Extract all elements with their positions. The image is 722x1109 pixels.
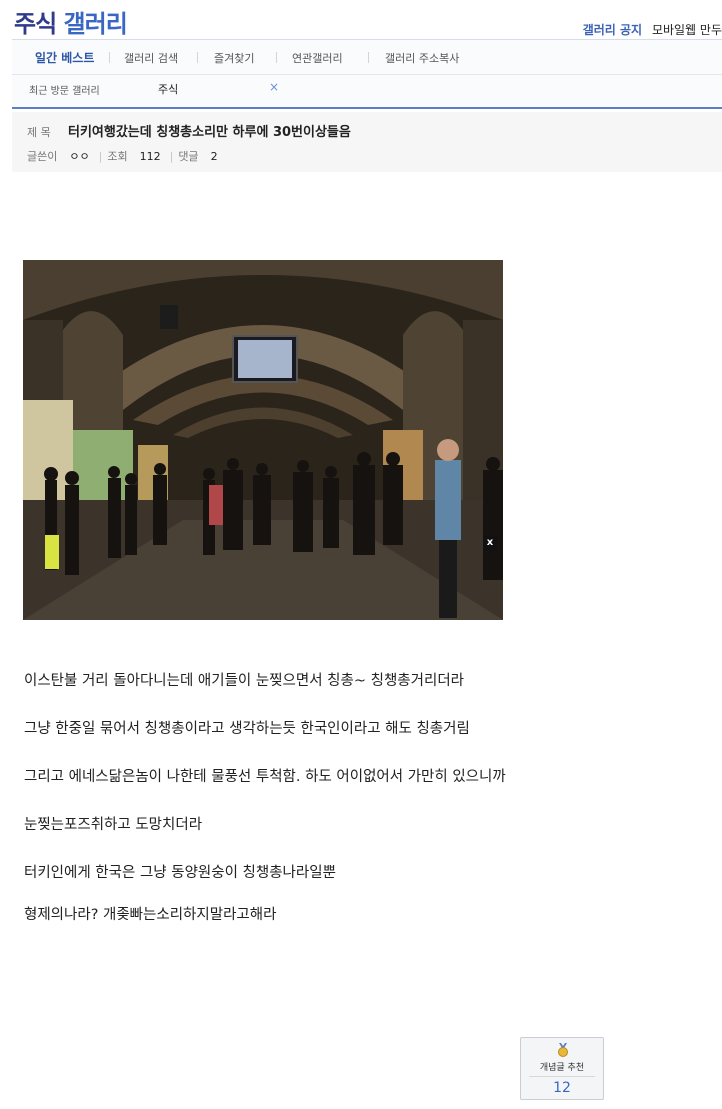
post-body-line: 이스탄불 거리 돌아다니는데 애기들이 눈찢으면서 칭총~ 칭챙총거리더라 xyxy=(24,673,465,689)
post-body-line: 눈찢는포즈취하고 도망치더라 xyxy=(24,817,203,833)
tab-separator xyxy=(276,52,277,63)
recommend-divider xyxy=(529,1076,595,1077)
post-title: 터키여행갔는데 칭챙총소리만 하루에 30번이상들음 xyxy=(68,125,351,140)
tab-separator xyxy=(368,52,369,63)
image-close-icon[interactable]: x xyxy=(483,536,497,550)
post-body-line: 그리고 에네스닮은놈이 나한테 물풍선 투척함. 하도 어이없어서 가만히 있으… xyxy=(24,769,506,785)
meta-separator: | xyxy=(169,150,174,163)
post-image[interactable] xyxy=(23,260,503,620)
bazaar-photo xyxy=(23,260,503,620)
post-header: 제 목 터키여행갔는데 칭챙총소리만 하루에 30번이상들음 글쓴이 ㅇㅇ | 조회 1… xyxy=(12,112,722,172)
tab-related-galleries[interactable]: 연관갤러리 xyxy=(292,50,343,66)
mobile-web-link[interactable]: 모바일웹 만두 xyxy=(652,23,722,37)
writer-label: 글쓴이 xyxy=(27,150,58,163)
recommend-count: 12 xyxy=(553,1080,571,1096)
post-meta: 글쓴이 ㅇㅇ | 조회 112 | 댓글 2 xyxy=(27,148,227,164)
recent-close-icon[interactable]: × xyxy=(269,80,279,94)
meta-separator: | xyxy=(98,150,103,163)
gallery-nav: 일간 베스트 갤러리 검색 즐겨찾기 연관갤러리 갤러리 주소복사 최근 방문 … xyxy=(12,39,722,109)
writer-name[interactable]: ㅇㅇ xyxy=(69,150,89,163)
tab-separator xyxy=(197,52,198,63)
tab-separator xyxy=(109,52,110,63)
tab-daily-best[interactable]: 일간 베스트 xyxy=(35,49,94,66)
comments-label: 댓글 xyxy=(178,150,199,163)
subject-label: 제 목 xyxy=(27,126,51,139)
medal-icon xyxy=(558,1043,568,1057)
tab-gallery-search[interactable]: 갤러리 검색 xyxy=(124,50,178,66)
post-body-line: 그냥 한중일 묶어서 칭챙총이라고 생각하는듯 한국인이라고 해도 칭총거림 xyxy=(24,721,470,737)
recent-gallery-item[interactable]: 주식 xyxy=(158,81,178,97)
views-count: 112 xyxy=(139,150,161,163)
comments-count[interactable]: 2 xyxy=(211,150,218,163)
gallery-suffix: 갤러리 xyxy=(63,10,128,38)
tab-copy-address[interactable]: 갤러리 주소복사 xyxy=(385,50,459,66)
gallery-title[interactable]: 주식 갤러리 xyxy=(14,4,128,39)
top-links: 갤러리 공지 모바일웹 만두 xyxy=(583,21,722,38)
recommend-label: 개념글 추천 xyxy=(539,1063,585,1073)
post-body-line: 터키인에게 한국은 그냥 동양원숭이 칭챙총나라일뿐 xyxy=(24,865,336,881)
tab-favorites[interactable]: 즐겨찾기 xyxy=(214,50,254,66)
gallery-notice-link[interactable]: 갤러리 공지 xyxy=(583,23,642,37)
tab-bar: 일간 베스트 갤러리 검색 즐겨찾기 연관갤러리 갤러리 주소복사 xyxy=(12,40,722,75)
views-label: 조회 xyxy=(107,150,128,163)
gallery-name: 주식 xyxy=(14,10,57,38)
recent-galleries-label: 최근 방문 갤러리 xyxy=(29,86,100,97)
recommend-button[interactable]: 개념글 추천 12 xyxy=(520,1037,604,1100)
post-body-line: 형제의나라? 개좆빠는소리하지말라고해라 xyxy=(24,907,277,923)
